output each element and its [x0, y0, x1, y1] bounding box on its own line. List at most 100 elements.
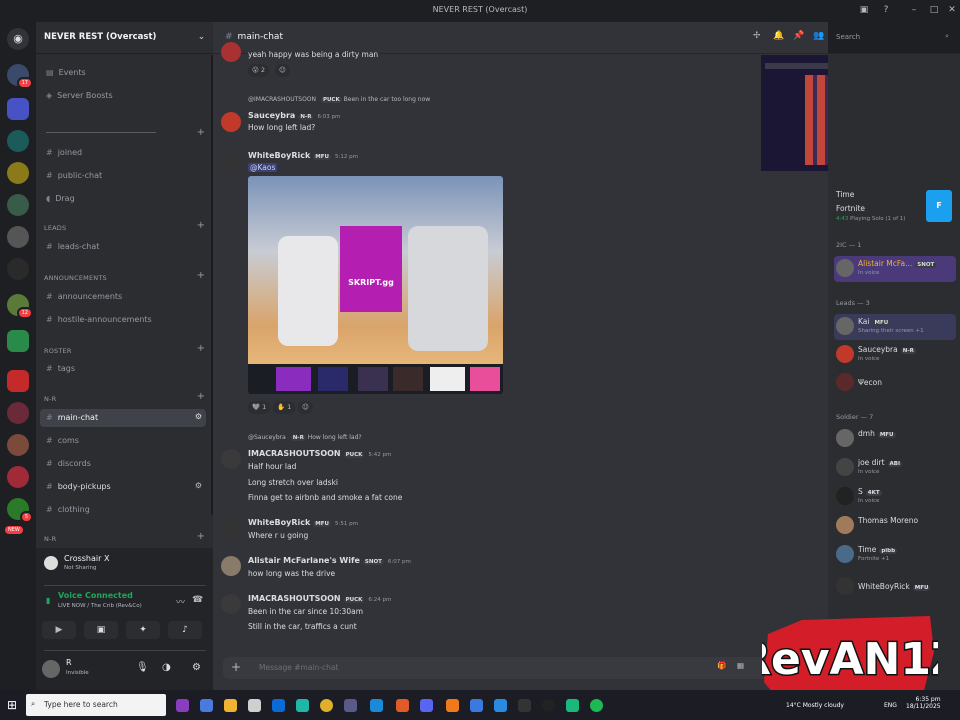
app-icon[interactable] [446, 699, 459, 712]
author-name[interactable]: WhiteBoyRick MFU 5:51 pm [248, 518, 358, 527]
headphones-icon[interactable]: ◑ [162, 662, 171, 673]
app-icon[interactable] [566, 699, 579, 712]
add-reaction-icon[interactable]: ☺ [298, 401, 313, 414]
member-row[interactable]: WhiteBoyRick MFU [834, 574, 956, 600]
reaction[interactable]: 😮 2 [248, 64, 269, 77]
add-channel-icon[interactable]: + [197, 391, 205, 402]
screenshot-attachment[interactable]: SKRIPT.gg [248, 176, 503, 394]
member-row[interactable]: Alistair McFa... SNOT In voice [834, 256, 956, 282]
members-icon[interactable]: 👥 [813, 31, 824, 41]
server-icon[interactable] [7, 98, 29, 120]
category-leads[interactable]: LEADS [44, 224, 66, 232]
voice-status[interactable]: Voice Connected [58, 591, 133, 600]
channel-clothing[interactable]: # clothing [40, 501, 206, 519]
channel-discords[interactable]: # discords [40, 455, 206, 473]
member-row[interactable]: Ψecon [834, 370, 956, 396]
noise-suppression-icon[interactable]: 〰 [176, 595, 185, 608]
microphone-icon[interactable]: 🎙 [136, 662, 149, 673]
maximize-button[interactable]: □ [928, 4, 940, 16]
stream-user[interactable]: Time [836, 190, 854, 199]
member-row[interactable]: Kai MFU Sharing their screen +1 [834, 314, 956, 340]
add-channel-icon[interactable]: + [197, 531, 205, 542]
channel-leads-chat[interactable]: # leads-chat [40, 238, 206, 256]
pin-icon[interactable]: 📌 [793, 31, 804, 41]
avatar[interactable] [221, 518, 241, 538]
channel-main-chat[interactable]: # main-chat ⚙ [40, 409, 206, 427]
server-icon[interactable] [7, 466, 29, 488]
author-name[interactable]: Alistair McFarlane's Wife SNOT 6:07 pm [248, 556, 411, 565]
server-icon[interactable] [7, 258, 29, 280]
activities-button[interactable]: ✦ [126, 621, 160, 639]
member-row[interactable]: joe dirt ABI In voice [834, 455, 956, 481]
voice-detail[interactable]: LIVE NOW / The Crib (Rev&Co) [58, 603, 142, 609]
screen-share-button[interactable]: ▣ [84, 621, 118, 639]
server-icon[interactable] [7, 402, 29, 424]
avatar[interactable] [221, 449, 241, 469]
channel-body-pickups[interactable]: # body-pickups ⚙ [40, 478, 206, 496]
obs-icon[interactable] [542, 699, 555, 712]
search-input[interactable]: Search ⌕ [831, 30, 953, 45]
discord-home-icon[interactable]: ◉ [7, 28, 29, 50]
avatar[interactable] [221, 152, 241, 172]
app-icon[interactable] [272, 699, 285, 712]
soundboard-button[interactable]: ♪ [168, 621, 202, 639]
discord-icon[interactable] [420, 699, 433, 712]
avatar[interactable] [221, 112, 241, 132]
mention[interactable]: @Kaos [248, 163, 278, 172]
bell-icon[interactable]: 🔔 [773, 31, 784, 41]
reaction[interactable]: 🩶 1 [248, 401, 271, 414]
reply-preview[interactable]: @IMACRASHOUTSOON PUCK Been in the car to… [248, 96, 430, 103]
avatar[interactable] [221, 594, 241, 614]
server-icon[interactable] [7, 194, 29, 216]
member-row[interactable]: S 4KT In voice [834, 484, 956, 510]
language-indicator[interactable]: ENG [884, 702, 897, 709]
server-icon[interactable]: 12 [7, 294, 33, 319]
edge-icon[interactable] [296, 699, 309, 712]
category-nr[interactable]: N-R [44, 395, 56, 403]
help-icon[interactable]: ? [880, 4, 892, 16]
avatar[interactable] [42, 660, 60, 678]
add-reaction-icon[interactable]: ☺ [275, 64, 290, 77]
gif-icon[interactable]: ▦ [737, 661, 744, 670]
category-nr-2[interactable]: N-R [44, 535, 56, 543]
disconnect-icon[interactable]: ☎ [192, 595, 203, 605]
add-channel-icon[interactable]: + [197, 270, 205, 281]
guild-header[interactable]: NEVER REST (Overcast) ⌄ [36, 22, 213, 54]
channel-coms[interactable]: # coms [40, 432, 206, 450]
minimize-button[interactable]: – [908, 4, 920, 16]
server-icon[interactable] [7, 226, 29, 248]
app-icon[interactable] [200, 699, 213, 712]
author-name[interactable]: IMACRASHOUTSOON PUCK 6:24 pm [248, 594, 391, 603]
app-icon[interactable] [518, 699, 531, 712]
taskbar-clock[interactable]: 6:35 pm 18/11/2025 [906, 696, 941, 710]
reaction[interactable]: ✋ 1 [273, 401, 296, 414]
weather-text[interactable]: 14°C Mostly cloudy [786, 702, 844, 709]
app-icon[interactable] [248, 699, 261, 712]
settings-icon[interactable]: ⚙ [195, 481, 202, 490]
avatar[interactable] [221, 556, 241, 576]
author-name[interactable]: Sauceybra N-R 6:03 pm [248, 111, 340, 120]
chrome-icon[interactable] [320, 699, 333, 712]
brave-icon[interactable] [396, 699, 409, 712]
settings-icon[interactable]: ⚙ [195, 412, 202, 421]
close-button[interactable]: ✕ [946, 4, 958, 16]
add-channel-icon[interactable]: + [197, 220, 205, 231]
taskbar-search[interactable]: ⌕ Type here to search [26, 694, 166, 716]
gift-icon[interactable]: 🎁 [717, 661, 726, 670]
category-announcements[interactable]: ANNOUNCEMENTS [44, 274, 107, 282]
upload-plus-icon[interactable]: + [231, 660, 241, 674]
channel-tags[interactable]: # tags [40, 360, 206, 378]
server-icon[interactable]: 17 [7, 64, 33, 89]
channel-public-chat[interactable]: # public-chat [40, 167, 206, 185]
channel-drag[interactable]: ◖ Drag [40, 190, 206, 208]
spotify-icon[interactable] [590, 699, 603, 712]
threads-icon[interactable]: ✢ [753, 31, 761, 41]
chevron-down-icon[interactable]: ⌄ [198, 32, 205, 42]
app-icon[interactable] [176, 699, 189, 712]
windows-start-icon[interactable]: ⊞ [7, 698, 17, 712]
add-channel-icon[interactable]: + [197, 127, 205, 138]
server-icon[interactable] [7, 162, 29, 184]
server-icon[interactable] [7, 434, 29, 456]
server-icon[interactable]: 5 [7, 498, 33, 523]
member-row[interactable]: Thomas Moreno [834, 513, 956, 539]
